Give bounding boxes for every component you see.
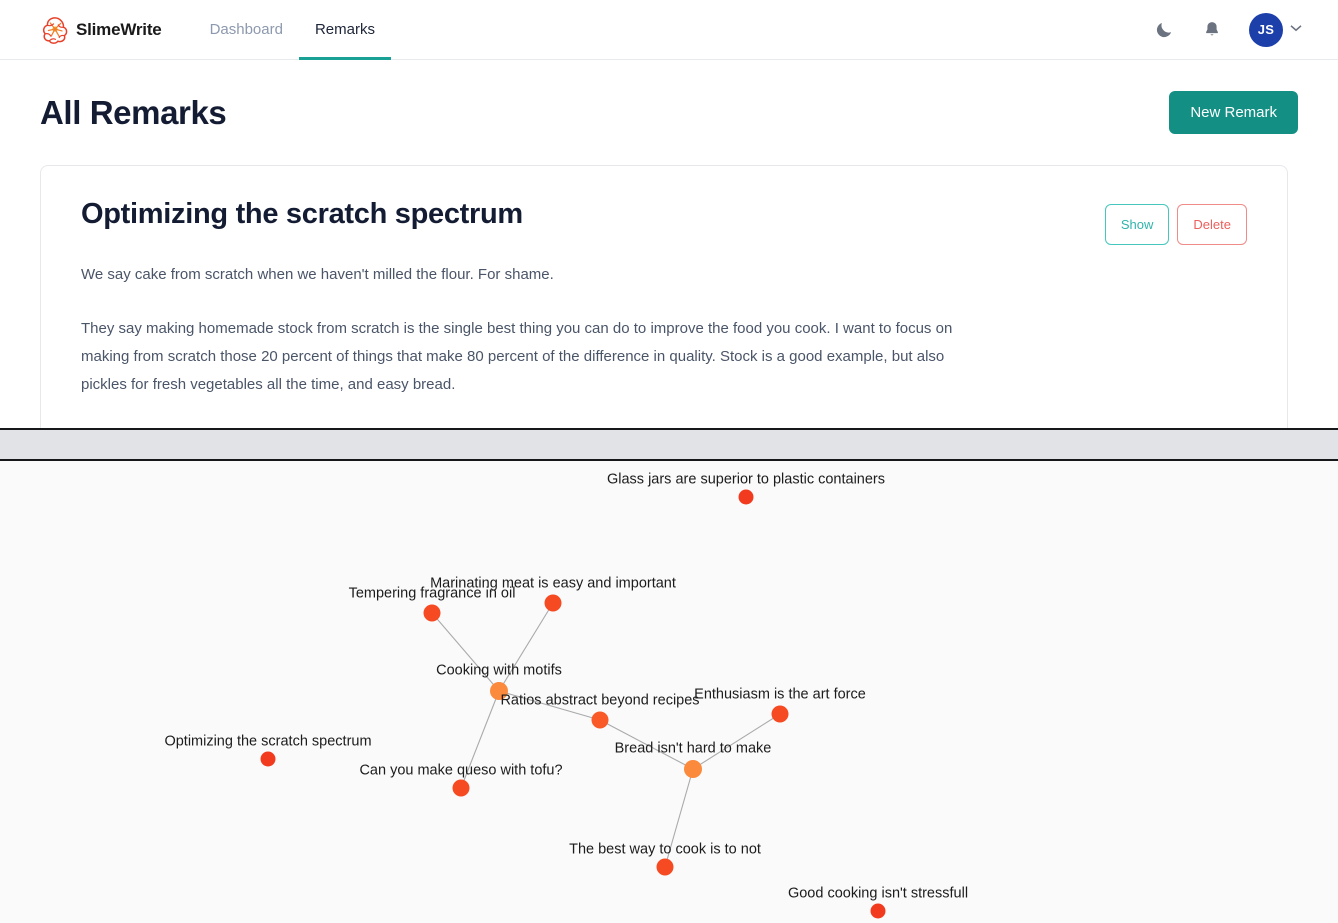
graph-edge xyxy=(664,768,694,868)
remark-title: Optimizing the scratch spectrum xyxy=(81,198,523,230)
graph-node[interactable] xyxy=(260,751,276,767)
graph-node[interactable] xyxy=(771,705,789,723)
graph-edge xyxy=(599,719,694,770)
navbar-right-cluster: JS xyxy=(1153,12,1302,47)
brand-logo-link[interactable]: SlimeWrite xyxy=(40,15,162,45)
graph-node[interactable] xyxy=(870,903,886,919)
page-header: All Remarks New Remark xyxy=(0,60,1338,165)
remark-card: Optimizing the scratch spectrum Show Del… xyxy=(40,165,1288,455)
graph-node[interactable] xyxy=(490,682,508,700)
show-button[interactable]: Show xyxy=(1104,204,1170,245)
graph-edge xyxy=(431,612,500,692)
graph-edge xyxy=(498,602,554,692)
graph-node[interactable] xyxy=(423,604,441,622)
graph-canvas[interactable] xyxy=(0,461,1338,923)
graph-edge xyxy=(498,690,601,721)
remark-paragraph: They say making homemade stock from scra… xyxy=(81,320,953,393)
graph-node[interactable] xyxy=(738,489,754,505)
slime-flower-logo-icon xyxy=(40,15,70,45)
primary-nav: Dashboard Remarks xyxy=(194,0,391,60)
bell-icon[interactable] xyxy=(1201,19,1223,41)
page-title: All Remarks xyxy=(40,93,227,131)
graph-edge xyxy=(692,713,781,770)
nav-link-remarks[interactable]: Remarks xyxy=(298,0,391,60)
new-remark-button[interactable]: New Remark xyxy=(1169,91,1298,134)
graph-node[interactable] xyxy=(544,594,562,612)
remark-graph-panel[interactable]: Glass jars are superior to plastic conta… xyxy=(0,461,1338,923)
moon-icon[interactable] xyxy=(1153,19,1175,41)
user-menu[interactable]: JS xyxy=(1249,12,1302,47)
remark-body: We say cake from scratch when we haven't… xyxy=(81,261,1247,399)
avatar: JS xyxy=(1249,12,1283,47)
top-navbar: SlimeWrite Dashboard Remarks JS xyxy=(0,0,1338,60)
graph-edge xyxy=(460,690,500,789)
brand-name: SlimeWrite xyxy=(76,19,162,39)
graph-node[interactable] xyxy=(452,779,470,797)
graph-node[interactable] xyxy=(656,858,674,876)
graph-node[interactable] xyxy=(591,711,609,729)
remark-paragraph: We say cake from scratch when we haven't… xyxy=(81,266,554,283)
resize-handle[interactable] xyxy=(0,428,1338,461)
chevron-down-icon xyxy=(1290,24,1302,35)
nav-link-dashboard[interactable]: Dashboard xyxy=(194,0,299,60)
remark-card-actions: Show Delete xyxy=(1104,204,1247,245)
delete-button[interactable]: Delete xyxy=(1177,204,1247,245)
graph-node[interactable] xyxy=(684,760,702,778)
